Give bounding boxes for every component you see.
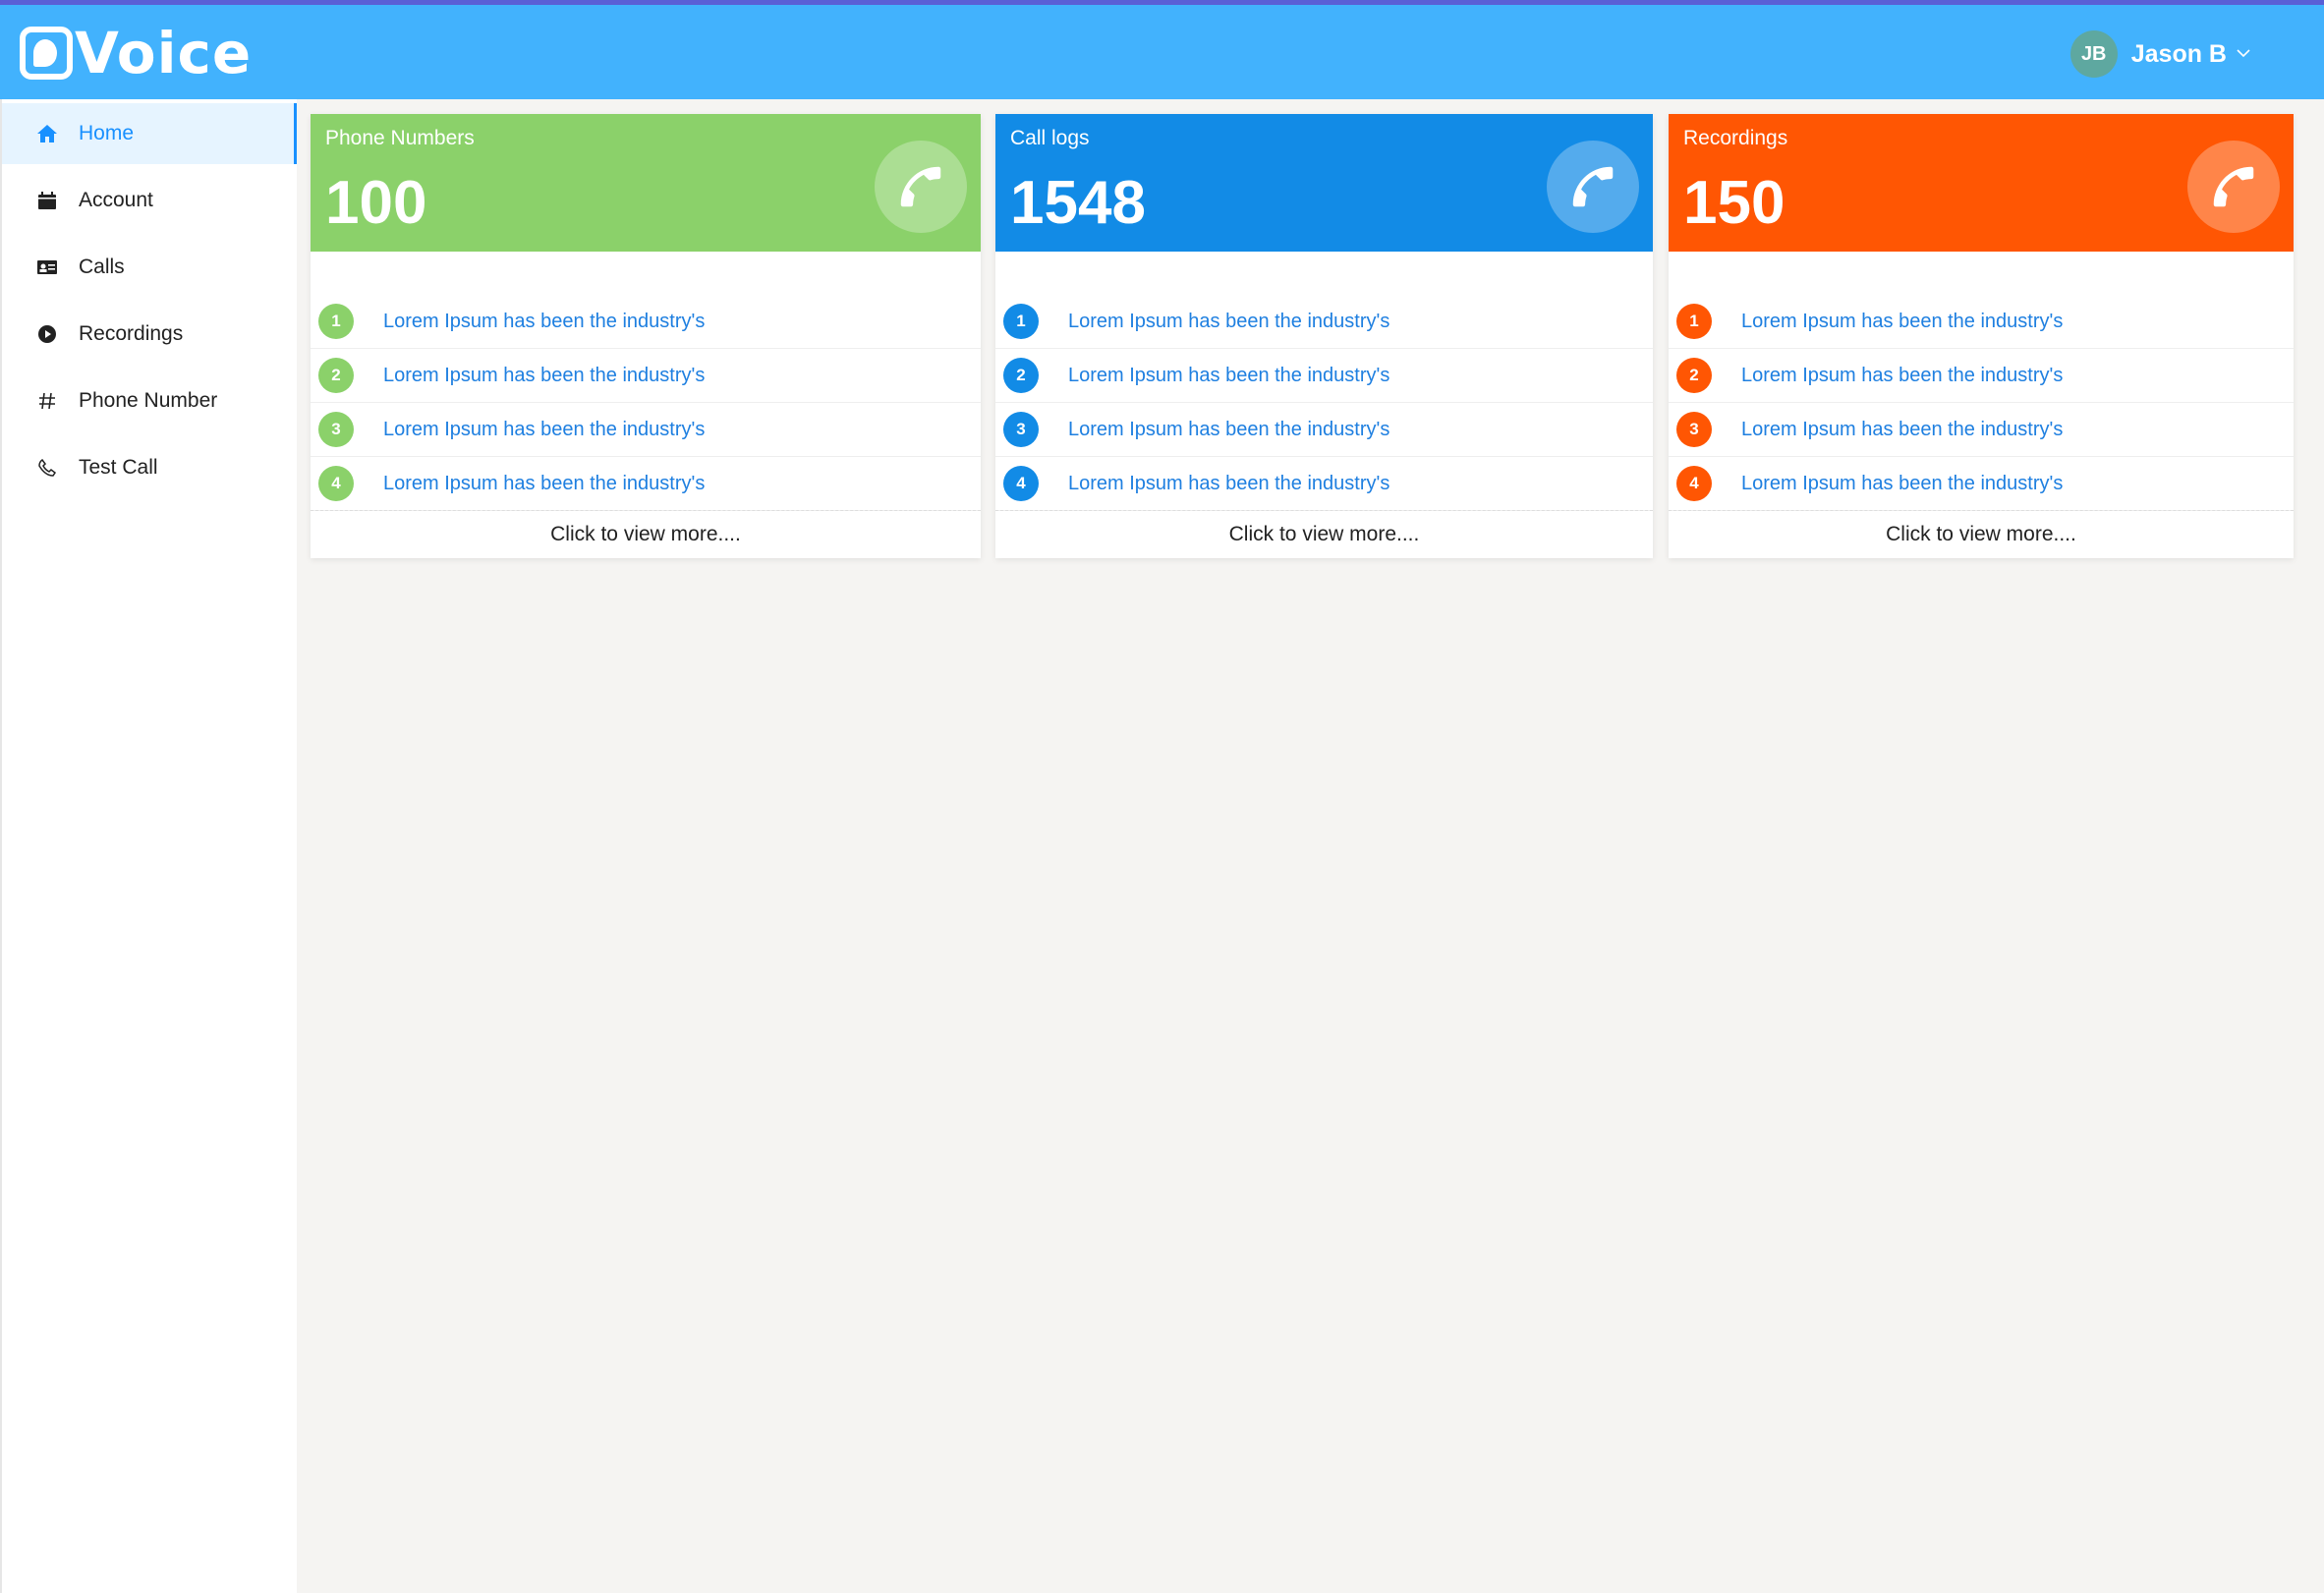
item-number-badge: 1 bbox=[318, 304, 354, 339]
card-value: 100 bbox=[325, 169, 427, 237]
card-value: 150 bbox=[1683, 169, 1786, 237]
sidebar-item-label: Phone Number bbox=[79, 389, 218, 412]
play-circle-icon bbox=[35, 322, 59, 346]
item-number-badge: 2 bbox=[1003, 358, 1039, 393]
user-name[interactable]: Jason B bbox=[2131, 40, 2227, 69]
app-header: Voice JB Jason B bbox=[0, 5, 2324, 99]
view-more-link[interactable]: Click to view more.... bbox=[995, 510, 1653, 557]
item-number-badge: 3 bbox=[318, 412, 354, 447]
recordings-card: Recordings 150 1 Lorem Ipsum has been the… bbox=[1669, 114, 2294, 558]
phone-icon bbox=[35, 456, 59, 480]
list-item[interactable]: 3 Lorem Ipsum has been the industry's bbox=[1669, 403, 2294, 457]
phone-icon bbox=[1547, 141, 1639, 233]
phone-icon bbox=[2187, 141, 2280, 233]
item-link[interactable]: Lorem Ipsum has been the industry's bbox=[1741, 473, 2063, 495]
sidebar-item-label: Home bbox=[79, 122, 135, 144]
sidebar-item-label: Account bbox=[79, 189, 153, 211]
card-list: 1 Lorem Ipsum has been the industry's 2 Lo… bbox=[995, 295, 1653, 511]
calendar-icon bbox=[35, 189, 59, 212]
list-item[interactable]: 3 Lorem Ipsum has been the industry's bbox=[995, 403, 1653, 457]
item-number-badge: 3 bbox=[1003, 412, 1039, 447]
item-link[interactable]: Lorem Ipsum has been the industry's bbox=[1741, 311, 2063, 333]
item-number-badge: 1 bbox=[1676, 304, 1712, 339]
sidebar-item-test-call[interactable]: Test Call bbox=[2, 437, 297, 498]
item-number-badge: 2 bbox=[318, 358, 354, 393]
view-more-link[interactable]: Click to view more.... bbox=[311, 510, 981, 557]
list-item[interactable]: 1 Lorem Ipsum has been the industry's bbox=[995, 295, 1653, 349]
logo-mark-icon bbox=[20, 27, 73, 80]
phone-icon bbox=[875, 141, 967, 233]
list-item[interactable]: 4 Lorem Ipsum has been the industry's bbox=[1669, 457, 2294, 511]
list-item[interactable]: 2 Lorem Ipsum has been the industry's bbox=[995, 349, 1653, 403]
item-link[interactable]: Lorem Ipsum has been the industry's bbox=[383, 365, 705, 387]
list-item[interactable]: 3 Lorem Ipsum has been the industry's bbox=[311, 403, 981, 457]
item-link[interactable]: Lorem Ipsum has been the industry's bbox=[1068, 473, 1389, 495]
card-list: 1 Lorem Ipsum has been the industry's 2 Lo… bbox=[311, 295, 981, 511]
item-number-badge: 3 bbox=[1676, 412, 1712, 447]
avatar[interactable]: JB bbox=[2069, 30, 2118, 78]
item-number-badge: 4 bbox=[1003, 466, 1039, 501]
card-header: Call logs 1548 bbox=[995, 114, 1653, 252]
item-link[interactable]: Lorem Ipsum has been the industry's bbox=[383, 311, 705, 333]
sidebar-item-account[interactable]: Account bbox=[2, 170, 297, 231]
list-item[interactable]: 2 Lorem Ipsum has been the industry's bbox=[1669, 349, 2294, 403]
app-logo[interactable]: Voice bbox=[20, 25, 252, 82]
contacts-icon bbox=[35, 256, 59, 279]
item-number-badge: 4 bbox=[1676, 466, 1712, 501]
card-list: 1 Lorem Ipsum has been the industry's 2 Lo… bbox=[1669, 295, 2294, 511]
list-item[interactable]: 1 Lorem Ipsum has been the industry's bbox=[1669, 295, 2294, 349]
sidebar-item-label: Calls bbox=[79, 256, 125, 278]
sidebar: Home Account Calls Recordings Phone Numb… bbox=[0, 99, 297, 1593]
logo-text: Voice bbox=[75, 20, 253, 86]
call-logs-card: Call logs 1548 1 Lorem Ipsum has been the… bbox=[995, 114, 1653, 558]
home-icon bbox=[35, 122, 59, 145]
item-number-badge: 4 bbox=[318, 466, 354, 501]
list-item[interactable]: 4 Lorem Ipsum has been the industry's bbox=[311, 457, 981, 511]
list-item[interactable]: 1 Lorem Ipsum has been the industry's bbox=[311, 295, 981, 349]
item-link[interactable]: Lorem Ipsum has been the industry's bbox=[1068, 365, 1389, 387]
item-number-badge: 1 bbox=[1003, 304, 1039, 339]
sidebar-item-label: Recordings bbox=[79, 322, 184, 345]
item-link[interactable]: Lorem Ipsum has been the industry's bbox=[383, 419, 705, 441]
chevron-down-icon[interactable] bbox=[2237, 45, 2250, 63]
card-header: Phone Numbers 100 bbox=[311, 114, 981, 252]
card-value: 1548 bbox=[1010, 169, 1146, 237]
hash-icon bbox=[35, 389, 59, 413]
item-link[interactable]: Lorem Ipsum has been the industry's bbox=[1068, 419, 1389, 441]
item-number-badge: 2 bbox=[1676, 358, 1712, 393]
list-item[interactable]: 4 Lorem Ipsum has been the industry's bbox=[995, 457, 1653, 511]
sidebar-item-label: Test Call bbox=[79, 456, 158, 479]
list-item[interactable]: 2 Lorem Ipsum has been the industry's bbox=[311, 349, 981, 403]
view-more-link[interactable]: Click to view more.... bbox=[1669, 510, 2294, 557]
card-title: Call logs bbox=[1010, 127, 1090, 149]
item-link[interactable]: Lorem Ipsum has been the industry's bbox=[1741, 365, 2063, 387]
item-link[interactable]: Lorem Ipsum has been the industry's bbox=[383, 473, 705, 495]
sidebar-item-recordings[interactable]: Recordings bbox=[2, 304, 297, 365]
item-link[interactable]: Lorem Ipsum has been the industry's bbox=[1068, 311, 1389, 333]
user-menu[interactable]: JB Jason B bbox=[2069, 29, 2250, 79]
item-link[interactable]: Lorem Ipsum has been the industry's bbox=[1741, 419, 2063, 441]
phone-numbers-card: Phone Numbers 100 1 Lorem Ipsum has been … bbox=[311, 114, 981, 558]
card-header: Recordings 150 bbox=[1669, 114, 2294, 252]
sidebar-item-calls[interactable]: Calls bbox=[2, 237, 297, 298]
card-title: Phone Numbers bbox=[325, 127, 475, 149]
sidebar-item-phone-number[interactable]: Phone Number bbox=[2, 370, 297, 431]
sidebar-item-home[interactable]: Home bbox=[2, 103, 297, 164]
card-title: Recordings bbox=[1683, 127, 1788, 149]
